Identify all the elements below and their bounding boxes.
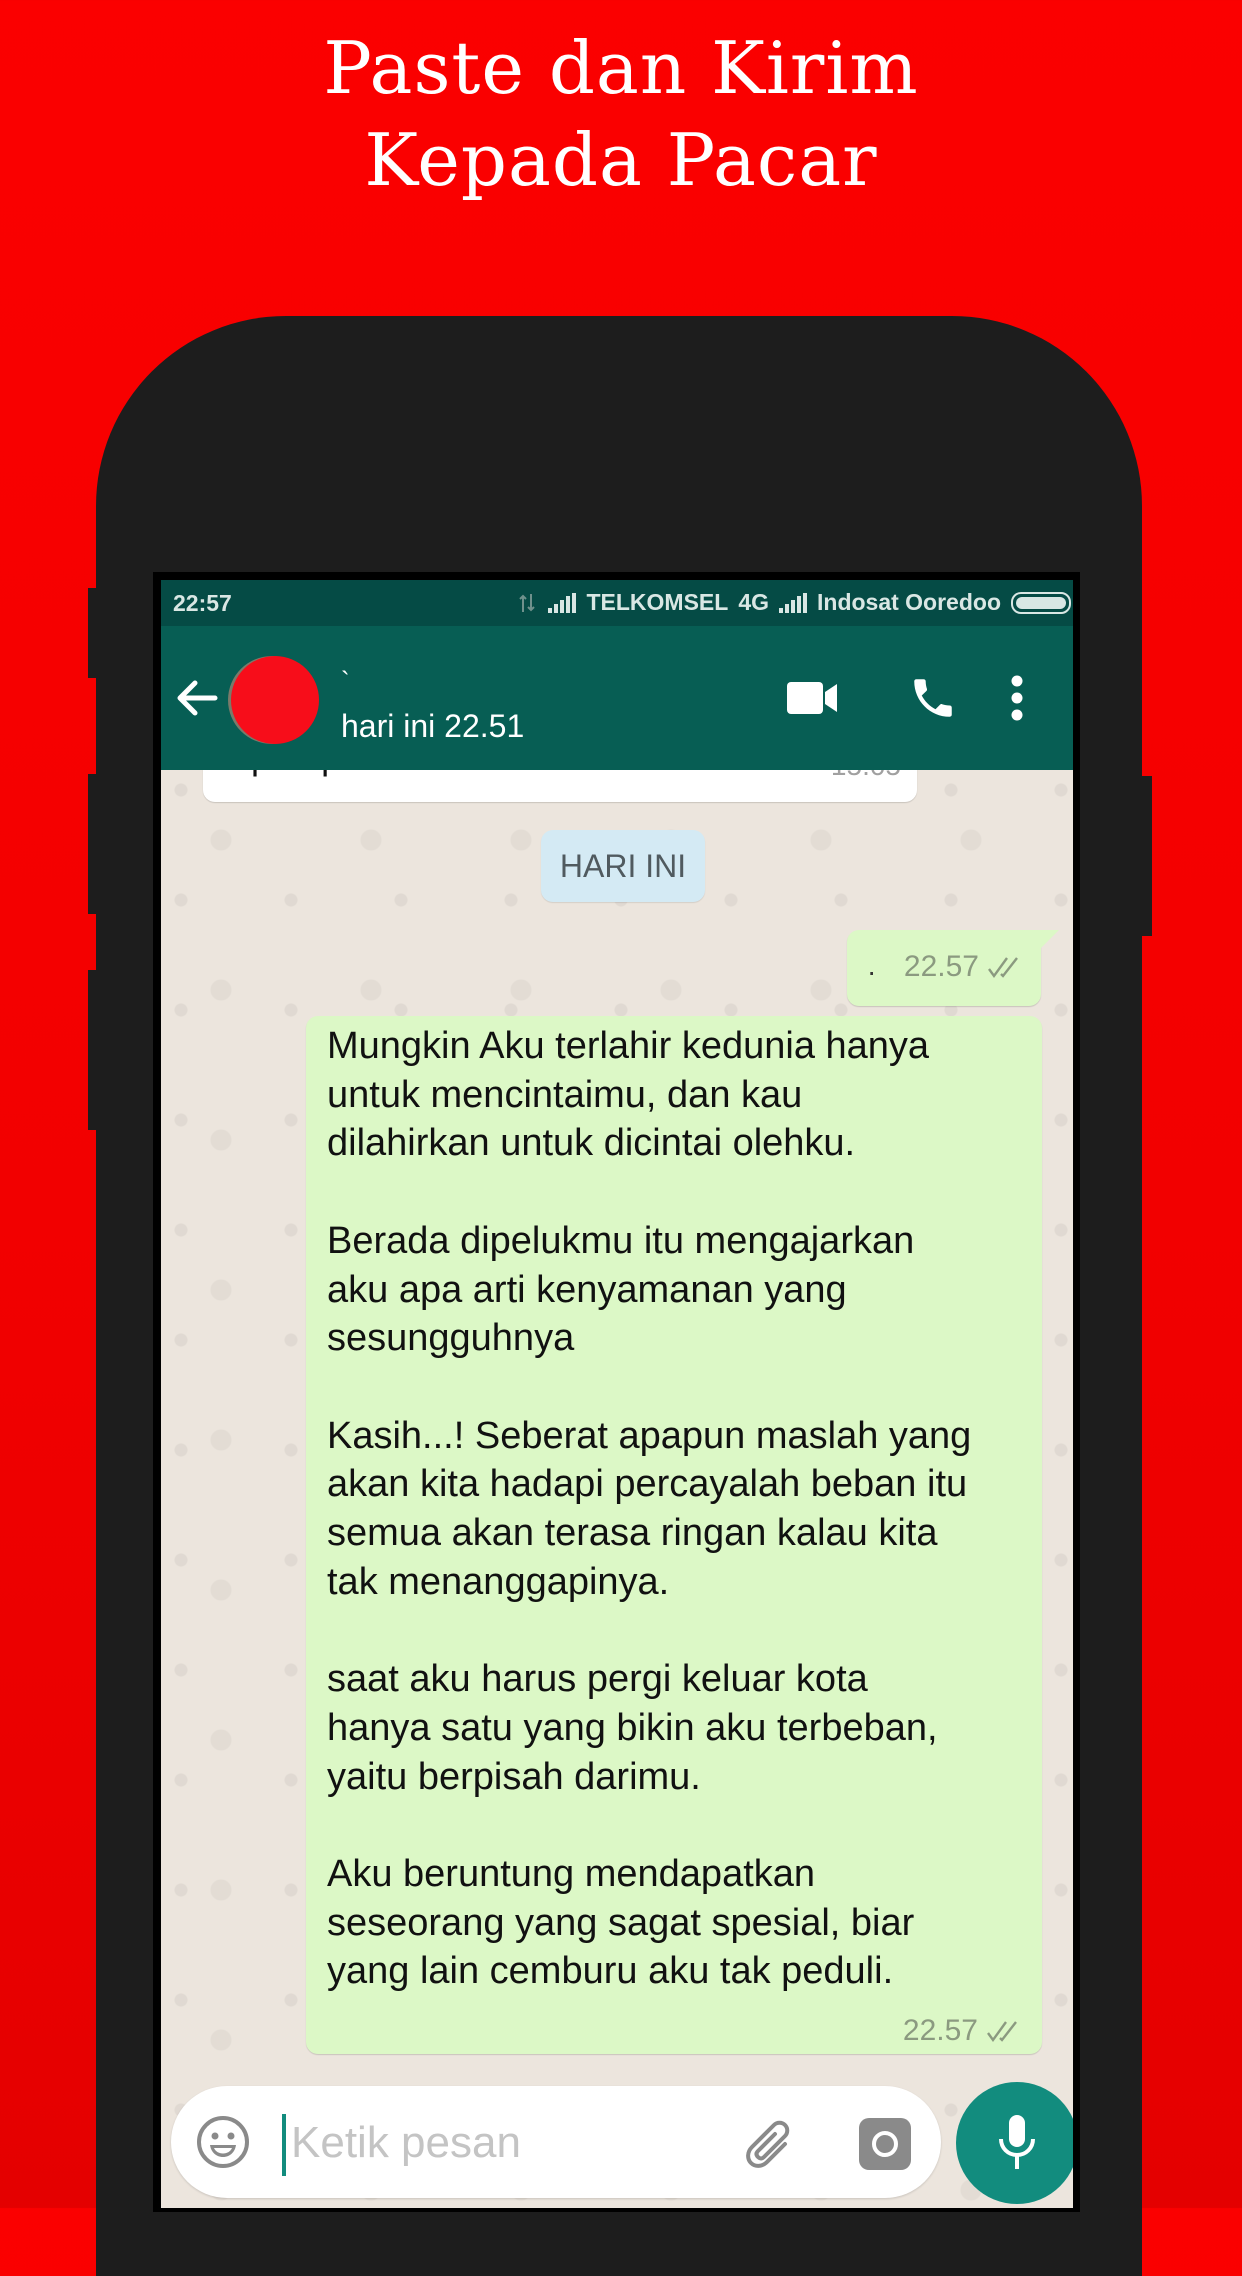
video-call-icon (787, 682, 837, 714)
microphone-button[interactable] (956, 2082, 1073, 2204)
message-time: 22.57 (903, 950, 979, 983)
incoming-message[interactable]: ktp bapak 3505123112930014 15.05 (203, 770, 917, 802)
headline-line-2: Kepada Pacar (364, 118, 878, 202)
phone-side-button (88, 588, 100, 678)
whatsapp-screen: 22:57 TELKOMSEL 4G Indosat Ooredoo ` har… (161, 580, 1073, 2208)
phone-call-icon (914, 679, 952, 717)
carrier-2: Indosat Ooredoo (817, 589, 1001, 615)
chat-area[interactable]: ktp bapak 3505123112930014 15.05 HARI IN… (161, 770, 1073, 2208)
phone-call-button[interactable] (901, 666, 965, 730)
double-check-icon (988, 957, 1018, 979)
signal-icon (548, 592, 577, 613)
more-vertical-icon (1011, 675, 1023, 721)
chat-header: ` hari ini 22.51 (161, 626, 1073, 770)
message-text: · (867, 956, 877, 987)
contact-name[interactable]: ` (341, 666, 350, 697)
status-bar: 22:57 TELKOMSEL 4G Indosat Ooredoo (161, 580, 1073, 626)
headline-line-1: Paste dan Kirim (323, 26, 919, 110)
avatar[interactable] (231, 656, 319, 744)
carrier-1: TELKOMSEL (586, 589, 729, 615)
phone-side-button (88, 774, 100, 914)
promo-headline: Paste dan Kirim Kepada Pacar (0, 22, 1242, 206)
text-cursor (282, 2114, 286, 2176)
microphone-icon (999, 2115, 1035, 2169)
paperclip-icon[interactable] (741, 2116, 801, 2176)
more-options-button[interactable] (997, 666, 1037, 730)
date-divider: HARI INI (541, 830, 705, 902)
phone-side-button (1138, 776, 1152, 936)
phone-side-button (88, 970, 100, 1130)
status-time: 22:57 (173, 590, 232, 616)
message-text: Mungkin Aku terlahir kedunia hanya untuk… (327, 1025, 972, 1993)
battery-icon (1011, 591, 1071, 614)
emoji-icon[interactable] (195, 2114, 251, 2170)
outgoing-message[interactable]: · 22.57 (847, 930, 1059, 1006)
network-type: 4G (738, 589, 769, 615)
signal-icon (779, 592, 807, 613)
data-transfer-icon (519, 593, 536, 612)
message-composer (171, 2086, 941, 2198)
message-text: ktp bapak 3505123112930014 (223, 770, 707, 778)
outgoing-message[interactable]: Mungkin Aku terlahir kedunia hanya untuk… (306, 1016, 1042, 2054)
double-check-icon (987, 2021, 1017, 2043)
message-time: 22.57 (902, 2014, 978, 2047)
video-call-button[interactable] (781, 666, 845, 730)
camera-icon[interactable] (859, 2118, 911, 2170)
message-input[interactable] (289, 2108, 713, 2178)
arrow-left-icon[interactable] (173, 674, 221, 722)
last-seen: hari ini 22.51 (341, 708, 525, 744)
message-time: 15.05 (831, 770, 901, 782)
